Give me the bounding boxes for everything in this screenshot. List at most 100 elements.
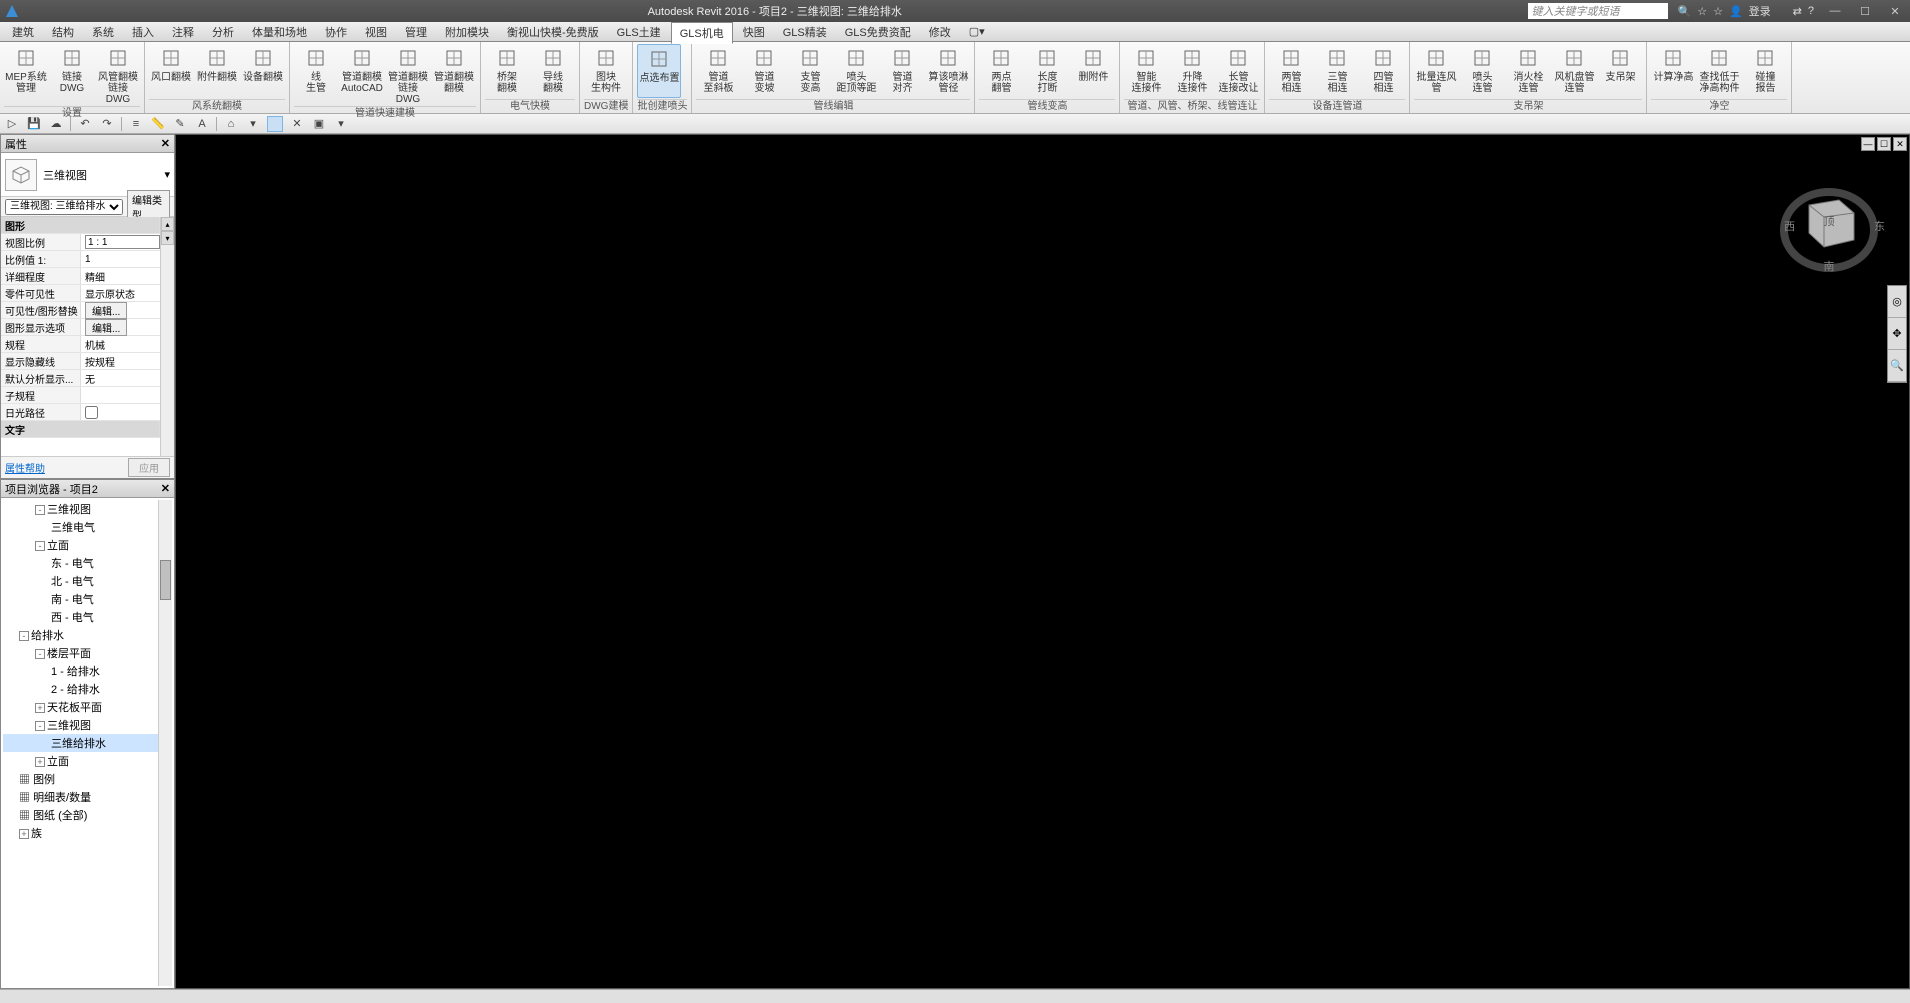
instance-selector[interactable]: 三维视图: 三维给排水 (5, 199, 123, 215)
pan-icon[interactable]: ✥ (1888, 318, 1906, 350)
properties-help-link[interactable]: 属性帮助 (5, 460, 45, 475)
undo-icon[interactable]: ↶ (77, 116, 93, 132)
ribbon-btn-6-4[interactable]: 管道 对齐 (880, 44, 924, 98)
tree-expand-icon[interactable]: - (19, 631, 29, 641)
prop-value[interactable]: 精细 (81, 268, 160, 284)
ribbon-btn-4-0[interactable]: 图块 生构件 (584, 44, 628, 98)
ribbon-btn-3-1[interactable]: 导线 翻模 (531, 44, 575, 98)
tree-node[interactable]: +天花板平面 (3, 698, 158, 716)
switch-win-icon[interactable]: ▣ (311, 116, 327, 132)
prop-value[interactable] (81, 387, 160, 403)
tree-expand-icon[interactable]: + (35, 703, 45, 713)
ribbon-btn-7-0[interactable]: 两点 翻管 (979, 44, 1023, 98)
save-icon[interactable]: 💾 (26, 116, 42, 132)
ribbon-btn-8-0[interactable]: 智能 连接件 (1124, 44, 1168, 98)
scroll-down-icon[interactable]: ▾ (161, 231, 174, 245)
tab-6[interactable]: 体量和场地 (244, 22, 315, 42)
tab-14[interactable]: 快图 (735, 22, 773, 42)
user-icon[interactable]: 👤 (1729, 5, 1743, 18)
redo-icon[interactable]: ↷ (99, 116, 115, 132)
tab-4[interactable]: 注释 (164, 22, 202, 42)
ribbon-btn-0-2[interactable]: 风管翻模 链接DWG (96, 44, 140, 105)
new-icon[interactable]: ▷ (4, 116, 20, 132)
ribbon-btn-1-2[interactable]: 设备翻模 (241, 44, 285, 98)
ribbon-btn-11-2[interactable]: 碰撞 报告 (1743, 44, 1787, 98)
maximize-button[interactable]: ☐ (1850, 0, 1880, 22)
tab-11[interactable]: 衡视山快模-免费版 (499, 22, 607, 42)
tab-13[interactable]: GLS机电 (671, 22, 733, 44)
tree-node[interactable]: +立面 (3, 752, 158, 770)
ribbon-btn-0-1[interactable]: 链接 DWG (50, 44, 94, 105)
star-icon[interactable]: ☆ (1697, 5, 1707, 18)
tag-icon[interactable]: ✎ (172, 116, 188, 132)
prop-value[interactable]: 机械 (81, 336, 160, 352)
ribbon-btn-10-0[interactable]: 批量连风管 (1414, 44, 1458, 98)
tree-node[interactable]: 三维给排水 (3, 734, 158, 752)
ribbon-btn-6-2[interactable]: 支管 变高 (788, 44, 832, 98)
measure-icon[interactable]: 📏 (150, 116, 166, 132)
tab-2[interactable]: 系统 (84, 22, 122, 42)
navigation-bar[interactable]: ◎ ✥ 🔍 (1887, 285, 1907, 383)
scroll-up-icon[interactable]: ▴ (161, 217, 174, 231)
ribbon-btn-6-0[interactable]: 管道 至斜板 (696, 44, 740, 98)
ribbon-btn-9-2[interactable]: 四管 相连 (1361, 44, 1405, 98)
ribbon-btn-10-4[interactable]: 支吊架 (1598, 44, 1642, 98)
tree-node[interactable]: -立面 (3, 536, 158, 554)
prop-value[interactable]: 无 (81, 370, 160, 386)
tab-15[interactable]: GLS精装 (775, 22, 835, 42)
ribbon-btn-8-2[interactable]: 长管 连接改让 (1216, 44, 1260, 98)
prop-value[interactable]: 按规程 (81, 353, 160, 369)
tree-node[interactable]: 2 - 给排水 (3, 680, 158, 698)
view-close-icon[interactable]: ✕ (1893, 137, 1907, 151)
section-icon[interactable]: ▾ (245, 116, 261, 132)
tree-expand-icon[interactable]: + (19, 829, 29, 839)
close-views-icon[interactable]: ✕ (289, 116, 305, 132)
ribbon-btn-9-1[interactable]: 三管 相连 (1315, 44, 1359, 98)
tree-expand-icon[interactable]: - (35, 721, 45, 731)
tree-expand-icon[interactable]: + (35, 757, 45, 767)
help-icon[interactable]: ? (1808, 5, 1814, 17)
tab-1[interactable]: 结构 (44, 22, 82, 42)
tab-12[interactable]: GLS土建 (609, 22, 669, 42)
ribbon-btn-7-2[interactable]: 删附件 (1071, 44, 1115, 98)
tree-node[interactable]: 南 - 电气 (3, 590, 158, 608)
browser-close-icon[interactable]: ✕ (161, 482, 170, 495)
tab-5[interactable]: 分析 (204, 22, 242, 42)
tree-expand-icon[interactable]: - (35, 505, 45, 515)
view-maximize-icon[interactable]: ☐ (1877, 137, 1891, 151)
view-cube[interactable]: 顶 南 东 西 (1779, 175, 1879, 275)
prop-group-header[interactable]: 文字 (1, 421, 160, 437)
tab-9[interactable]: 管理 (397, 22, 435, 42)
browser-scrollbar[interactable] (158, 500, 172, 986)
tab-7[interactable]: 协作 (317, 22, 355, 42)
steering-wheel-icon[interactable]: ◎ (1888, 286, 1906, 318)
search-icon[interactable]: 🔍 (1678, 5, 1692, 18)
qat-dropdown-icon[interactable]: ▾ (333, 116, 349, 132)
ribbon-btn-2-0[interactable]: 线 生管 (294, 44, 338, 105)
prop-value[interactable]: 编辑... (81, 319, 160, 335)
tab-3[interactable]: 插入 (124, 22, 162, 42)
apply-button[interactable]: 应用 (128, 458, 170, 477)
ribbon-btn-0-0[interactable]: MEP系统 管理 (4, 44, 48, 105)
tree-node[interactable]: 北 - 电气 (3, 572, 158, 590)
properties-scrollbar[interactable]: ▴ ▾ (160, 217, 174, 456)
ribbon-btn-10-2[interactable]: 消火栓 连管 (1506, 44, 1550, 98)
ribbon-btn-11-0[interactable]: 计算净高 (1651, 44, 1695, 98)
tree-node[interactable]: -楼层平面 (3, 644, 158, 662)
ribbon-btn-9-0[interactable]: 两管 相连 (1269, 44, 1313, 98)
prop-value[interactable] (81, 404, 160, 420)
prop-value[interactable] (81, 234, 160, 250)
tab-17[interactable]: 修改 (921, 22, 959, 42)
ribbon-btn-2-1[interactable]: 管道翻模 AutoCAD (340, 44, 384, 105)
close-button[interactable]: ✕ (1880, 0, 1910, 22)
properties-close-icon[interactable]: ✕ (161, 137, 170, 150)
ribbon-btn-2-2[interactable]: 管道翻模 链接DWG (386, 44, 430, 105)
ribbon-btn-7-1[interactable]: 长度 打断 (1025, 44, 1069, 98)
ribbon-btn-11-1[interactable]: 查找低于 净高构件 (1697, 44, 1741, 98)
tree-node[interactable]: -给排水 (3, 626, 158, 644)
help-search-input[interactable]: 键入关键字或短语 (1528, 3, 1668, 19)
ribbon-btn-5-0[interactable]: 点选布置 (637, 44, 681, 98)
tree-node[interactable]: ▦ 明细表/数量 (3, 788, 158, 806)
tree-expand-icon[interactable]: - (35, 649, 45, 659)
ribbon-btn-6-3[interactable]: 喷头 距顶等距 (834, 44, 878, 98)
